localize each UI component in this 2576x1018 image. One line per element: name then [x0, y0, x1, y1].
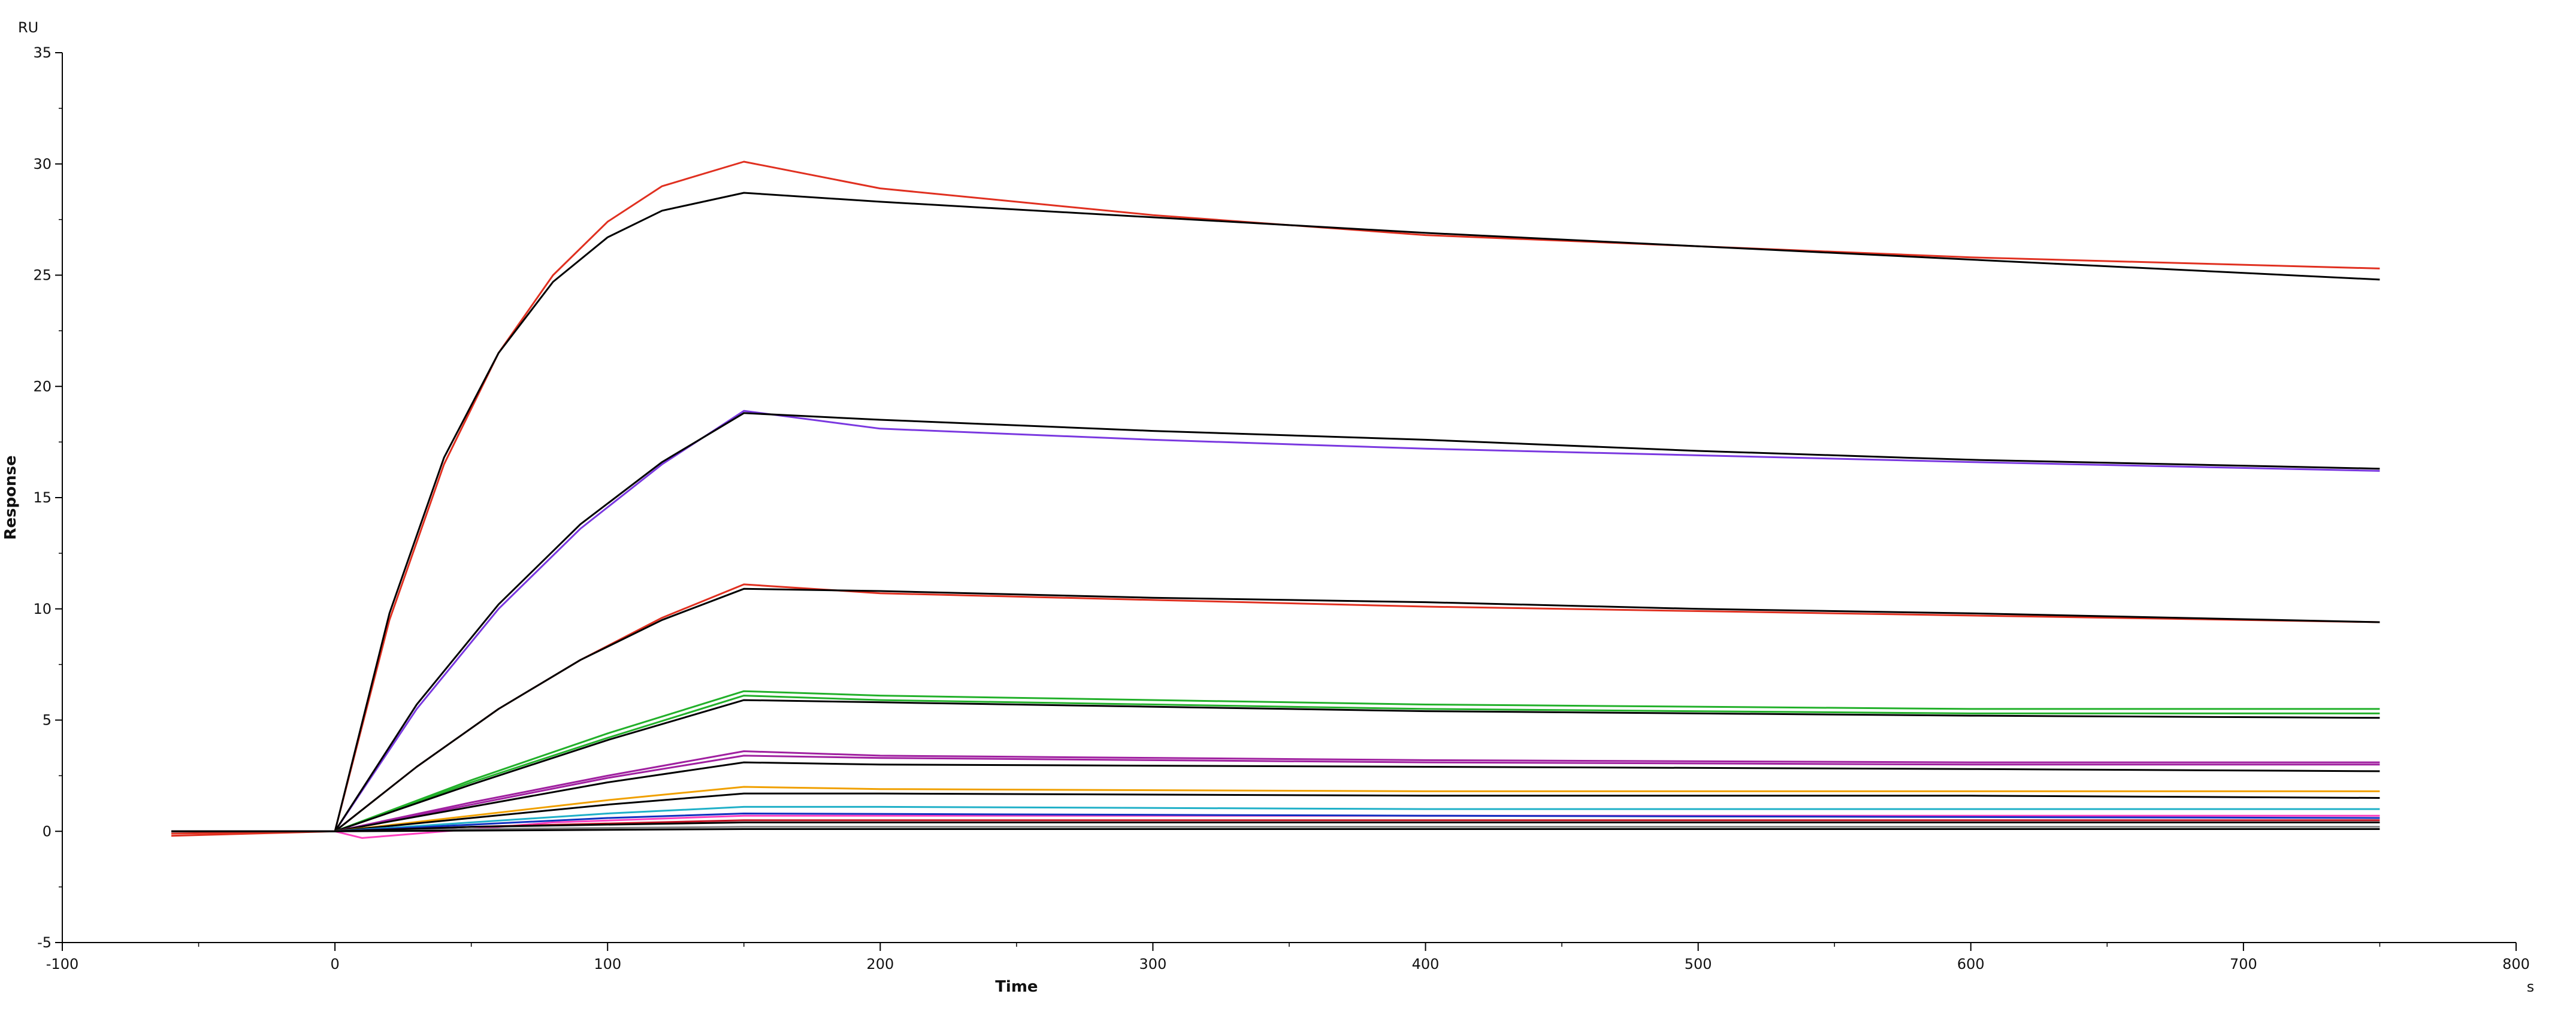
x-tick-label: 200 [866, 956, 894, 972]
series-line-2 [171, 192, 2380, 832]
x-tick-label: 100 [594, 956, 621, 972]
x-tick-label: -100 [46, 956, 78, 972]
x-tick-label: 600 [1957, 956, 1985, 972]
y-tick-label: 0 [43, 823, 52, 840]
x-tick-label: 300 [1139, 956, 1167, 972]
x-tick-label: 400 [1412, 956, 1440, 972]
y-tick-label: -5 [37, 934, 52, 951]
y-axis-title: Response [2, 455, 20, 540]
y-tick-label: 20 [33, 378, 52, 395]
y-tick-label: 5 [43, 712, 52, 729]
y-tick-label: 30 [33, 156, 52, 172]
y-tick-label: 10 [33, 601, 52, 617]
y-tick-label: 35 [33, 44, 52, 61]
y-axis-unit: RU [18, 19, 38, 36]
x-tick-label: 0 [330, 956, 339, 972]
x-tick-label: 800 [2502, 956, 2530, 972]
x-tick-label: 500 [1685, 956, 1712, 972]
series-group [171, 160, 2380, 839]
y-tick-label: 15 [33, 489, 52, 506]
sensorgram-chart: -5 0 5 10 15 20 25 30 35 -100 0 100 200 300 400 500 600 7… [2, 19, 2535, 996]
x-axis-unit: s [2527, 978, 2535, 995]
x-tick-label: 700 [2230, 956, 2257, 972]
x-axis-title: Time [995, 978, 1038, 996]
y-tick-label: 25 [33, 267, 52, 284]
axes: -5 0 5 10 15 20 25 30 35 -100 0 100 200 300 400 500 600 7… [33, 44, 2529, 972]
series-line-3 [171, 410, 2380, 832]
